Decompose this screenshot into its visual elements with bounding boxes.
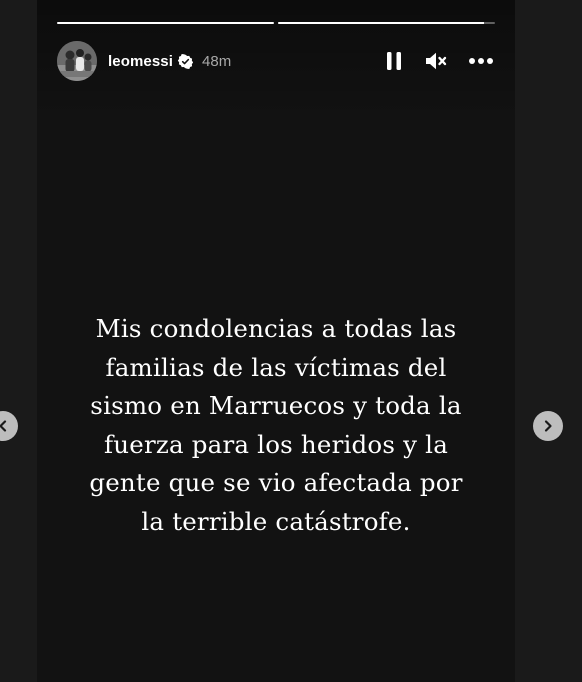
story-header: leomessi 48m bbox=[57, 40, 495, 82]
more-options-icon bbox=[469, 58, 493, 64]
verified-badge-icon bbox=[178, 53, 194, 69]
caption-line: Mis condolencias a todas las bbox=[95, 314, 457, 343]
avatar[interactable] bbox=[57, 41, 97, 81]
story-progress bbox=[57, 22, 495, 24]
story-viewer: leomessi 48m Mis condolencias a todas la… bbox=[37, 0, 515, 682]
username[interactable]: leomessi bbox=[108, 53, 173, 70]
progress-fill-1 bbox=[57, 22, 274, 24]
previous-story-button[interactable] bbox=[0, 411, 18, 441]
more-options-button[interactable] bbox=[467, 49, 495, 73]
caption-line: gente que se vio afectada por bbox=[89, 468, 463, 497]
caption-line: familias de las víctimas del bbox=[105, 352, 447, 382]
chevron-right-icon bbox=[544, 420, 552, 432]
caption-line: la terrible catástrofe. bbox=[141, 506, 411, 536]
story-controls bbox=[383, 49, 495, 73]
caption-line: sismo en Marruecos y toda la bbox=[90, 391, 462, 420]
pause-button[interactable] bbox=[383, 49, 405, 73]
caption-line: fuerza para los heridos y la bbox=[104, 429, 448, 459]
progress-fill-2 bbox=[278, 22, 485, 24]
muted-speaker-icon bbox=[426, 52, 447, 70]
story-caption: Mis condolencias a todas las familias de… bbox=[37, 310, 515, 541]
post-time: 48m bbox=[202, 52, 232, 70]
pause-icon bbox=[387, 52, 401, 70]
avatar-image bbox=[57, 41, 97, 81]
chevron-left-icon bbox=[0, 420, 7, 432]
progress-segment-1 bbox=[57, 22, 274, 24]
progress-segment-2 bbox=[278, 22, 495, 24]
mute-button[interactable] bbox=[423, 49, 449, 73]
next-story-button[interactable] bbox=[533, 411, 563, 441]
